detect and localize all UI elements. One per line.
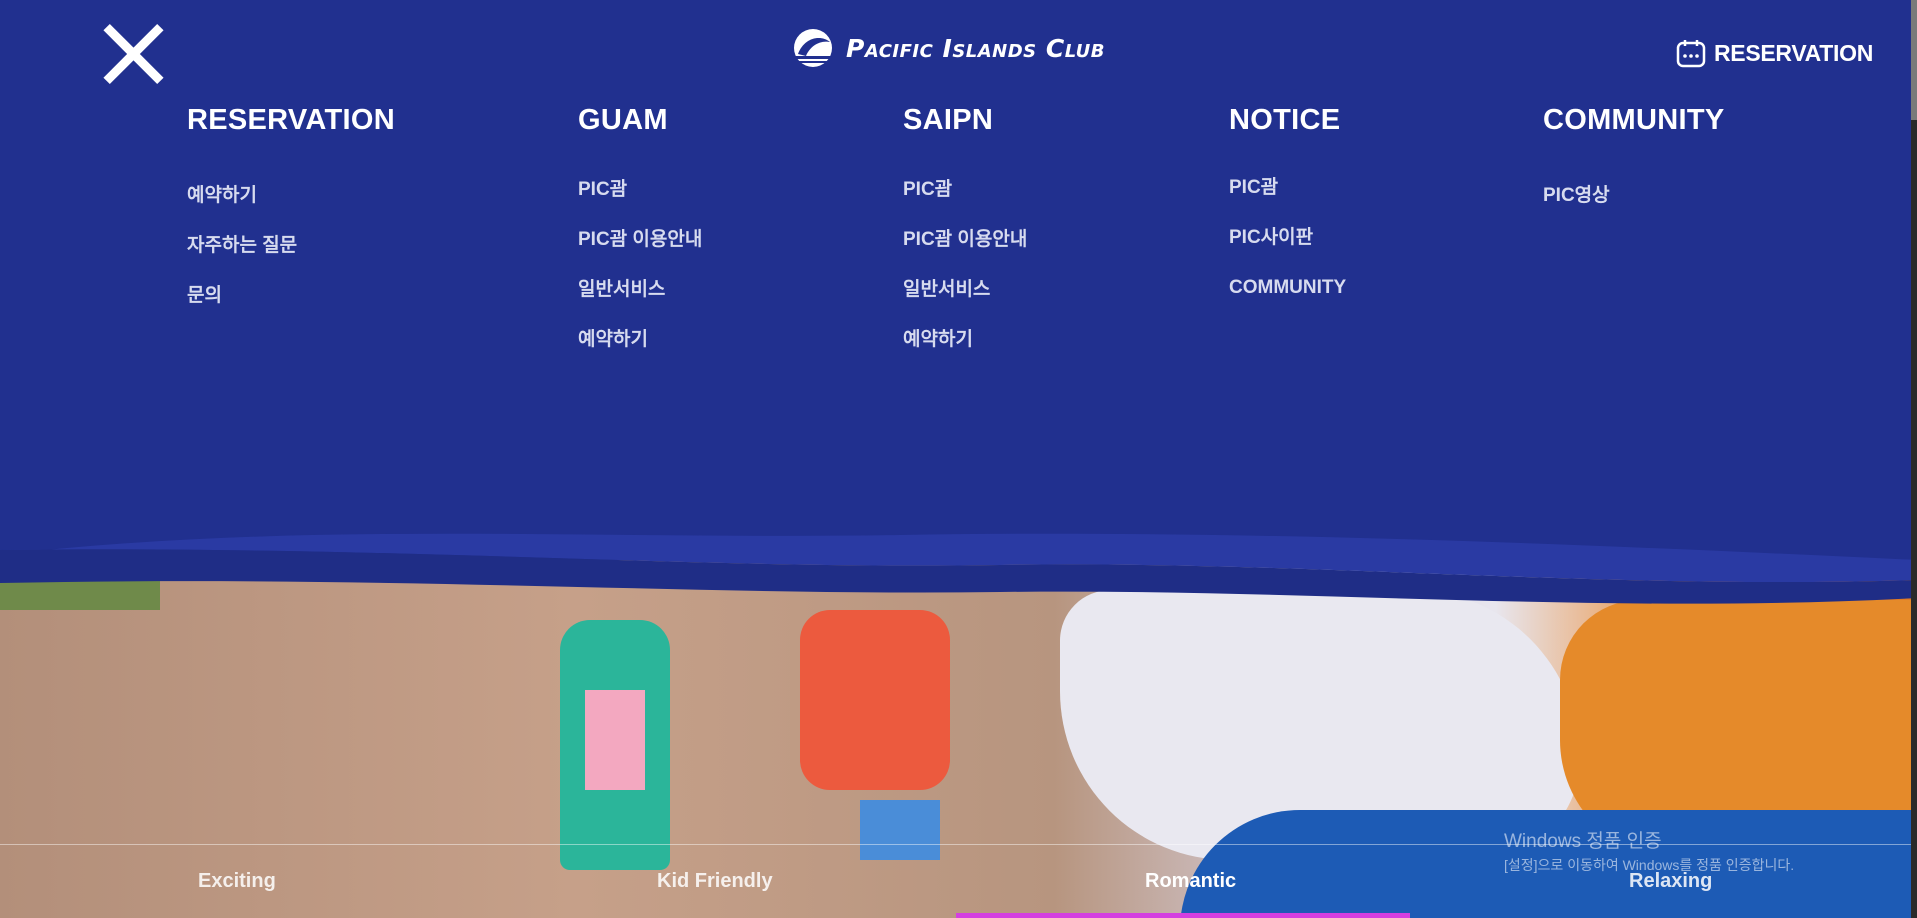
windows-activation-title: Windows 정품 인증: [1504, 831, 1662, 852]
page-scrollbar[interactable]: [1911, 0, 1917, 918]
menu-item[interactable]: 자주하는 질문: [187, 235, 395, 285]
header-reservation-label: RESERVATION: [1714, 39, 1874, 66]
tab-romantic[interactable]: Romantic: [1145, 870, 1236, 893]
menu-column-community: COMMUNITY PIC영상: [1543, 104, 1725, 235]
photo-girl-swimsuit: [585, 690, 645, 790]
menu-column-notice: NOTICE PIC괌 PIC사이판 COMMUNITY: [1229, 104, 1346, 327]
menu-column-title[interactable]: SAIPN: [903, 104, 1027, 137]
menu-item[interactable]: PIC괌: [1229, 177, 1346, 227]
menu-item[interactable]: 일반서비스: [903, 279, 1027, 329]
photo-boy: [800, 610, 950, 790]
menu-item[interactable]: 예약하기: [187, 185, 395, 235]
menu-column-reservation: RESERVATION 예약하기 자주하는 질문 문의: [187, 104, 395, 335]
calendar-icon: [1676, 40, 1706, 68]
menu-item[interactable]: 예약하기: [578, 329, 702, 379]
scrollbar-thumb[interactable]: [1911, 0, 1917, 120]
menu-column-guam: GUAM PIC괌 PIC괌 이용안내 일반서비스 예약하기: [578, 104, 702, 379]
menu-item[interactable]: 예약하기: [903, 329, 1027, 379]
menu-column-title[interactable]: GUAM: [578, 104, 702, 137]
windows-activation-subtitle: [설정]으로 이동하여 Windows를 정품 인증합니다.: [1504, 857, 1795, 873]
menu-column-saipn: SAIPN PIC괌 PIC괌 이용안내 일반서비스 예약하기: [903, 104, 1027, 379]
header-reservation-button[interactable]: RESERVATION: [1676, 38, 1873, 68]
logo-text: Pacific Islands Club: [846, 33, 1106, 63]
menu-item[interactable]: PIC사이판: [1229, 227, 1346, 277]
close-icon[interactable]: [100, 20, 166, 86]
menu-item[interactable]: PIC영상: [1543, 185, 1725, 235]
menu-column-title[interactable]: COMMUNITY: [1543, 104, 1725, 137]
menu-item[interactable]: 문의: [187, 285, 395, 335]
tab-kid-friendly[interactable]: Kid Friendly: [657, 870, 773, 893]
active-tab-indicator: [956, 913, 1410, 918]
menu-column-title[interactable]: RESERVATION: [187, 104, 395, 137]
tab-exciting[interactable]: Exciting: [198, 870, 276, 893]
windows-activation-watermark: Windows 정품 인증 [설정]으로 이동하여 Windows를 정품 인증…: [1504, 826, 1794, 875]
menu-item[interactable]: PIC괌: [578, 179, 702, 229]
menu-item[interactable]: PIC괌 이용안내: [903, 229, 1027, 279]
pic-logo-icon: [794, 29, 832, 67]
menu-column-title[interactable]: NOTICE: [1229, 104, 1346, 137]
menu-wave-edge: [0, 520, 1917, 604]
menu-item[interactable]: COMMUNITY: [1229, 277, 1346, 327]
menu-item[interactable]: 일반서비스: [578, 279, 702, 329]
menu-item[interactable]: PIC괌: [903, 179, 1027, 229]
menu-item[interactable]: PIC괌 이용안내: [578, 229, 702, 279]
photo-boy-shorts: [860, 800, 940, 860]
site-logo[interactable]: Pacific Islands Club: [790, 28, 1105, 68]
